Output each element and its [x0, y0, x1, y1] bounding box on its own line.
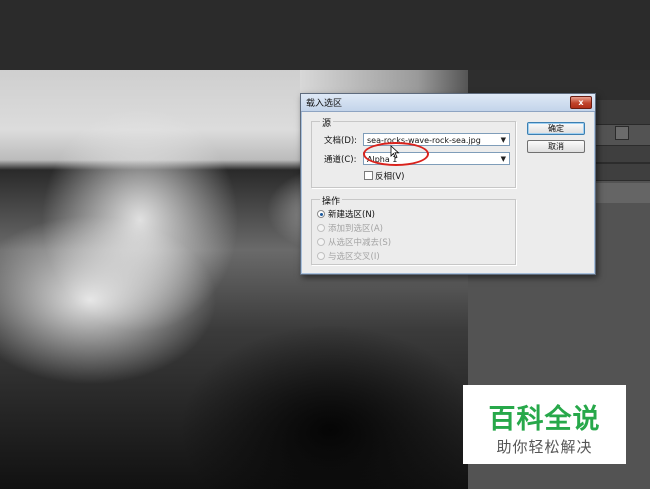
invert-label[interactable]: 反相(V): [375, 170, 404, 182]
ok-button[interactable]: 确定: [527, 122, 585, 135]
close-icon: x: [578, 98, 584, 107]
fill-field[interactable]: [594, 163, 650, 181]
operation-group-title: 操作: [320, 194, 343, 207]
source-group-title: 源: [320, 116, 334, 129]
intersect-selection-label: 与选区交叉(I): [328, 252, 380, 262]
chevron-down-icon: ▼: [500, 136, 506, 144]
lock-icon[interactable]: [615, 126, 629, 140]
watermark-title: 百科全说: [488, 404, 601, 435]
subtract-from-selection-label: 从选区中减去(S): [328, 238, 392, 248]
load-selection-dialog: 载入选区 x 源 文档(D): sea-rocks-wave-rock-sea.…: [300, 93, 596, 275]
channel-label: 通道(C):: [324, 155, 357, 165]
watermark-subtitle: 助你轻松解决: [496, 438, 593, 456]
add-to-selection-radio: [317, 224, 325, 232]
subtract-from-selection-radio: [317, 238, 325, 246]
chevron-down-icon: ▼: [500, 155, 506, 163]
invert-checkbox[interactable]: [364, 171, 373, 180]
cancel-button[interactable]: 取消: [527, 140, 585, 153]
opacity-field[interactable]: [594, 145, 650, 163]
new-selection-label[interactable]: 新建选区(N): [328, 208, 375, 220]
mouse-cursor-icon: [390, 145, 400, 159]
dialog-title: 载入选区: [306, 99, 343, 109]
add-to-selection-label: 添加到选区(A): [328, 224, 383, 234]
operation-group: 操作 新建选区(N) 添加到选区(A) 从选区中减去(S) 与选区交叉(I): [311, 194, 516, 265]
document-label: 文档(D):: [324, 136, 358, 146]
close-button[interactable]: x: [570, 96, 592, 109]
new-selection-radio[interactable]: [317, 210, 325, 218]
watermark-logo: 百科全说 助你轻松解决: [463, 385, 626, 464]
dialog-titlebar[interactable]: 载入选区 x: [301, 94, 595, 112]
layer-row[interactable]: [594, 183, 650, 203]
intersect-selection-radio: [317, 252, 325, 260]
application-menu-area: [0, 0, 650, 70]
